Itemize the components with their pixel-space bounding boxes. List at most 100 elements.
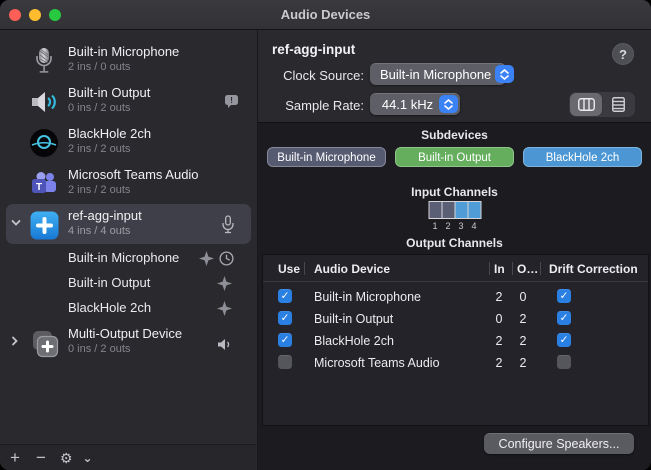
input-mic-status-icon bbox=[221, 215, 235, 234]
output-channels-title: Output Channels bbox=[258, 236, 651, 250]
alert-bubble-icon: ! bbox=[224, 94, 239, 109]
column-separator bbox=[512, 262, 513, 275]
table-header: Use Audio Device In O… Drift Correction bbox=[263, 255, 648, 282]
chevron-down-icon[interactable] bbox=[11, 219, 19, 227]
remove-device-button[interactable]: − bbox=[36, 449, 46, 466]
channel-cell-2 bbox=[442, 202, 454, 218]
use-checkbox[interactable] bbox=[278, 355, 292, 369]
rows-view-button[interactable] bbox=[602, 93, 634, 116]
clock-source-icon bbox=[219, 251, 234, 266]
col-out[interactable]: O… bbox=[517, 262, 538, 276]
subdevice-row-blackhole-2ch[interactable]: BlackHole 2ch bbox=[0, 296, 257, 321]
channel-cell-4 bbox=[468, 202, 480, 218]
use-checkbox[interactable] bbox=[278, 333, 292, 347]
channel-number: 1 bbox=[429, 221, 441, 231]
col-drift-correction[interactable]: Drift Correction bbox=[549, 262, 638, 276]
sidebar-item-built-in-microphone[interactable]: Built-in Microphone 2 ins / 0 outs bbox=[0, 40, 257, 81]
svg-text:!: ! bbox=[230, 95, 233, 105]
subdevice-pills: Built-in Microphone Built-in Output Blac… bbox=[258, 147, 651, 167]
col-audio-device[interactable]: Audio Device bbox=[314, 262, 390, 276]
drift-checkbox[interactable] bbox=[557, 333, 571, 347]
dropdown-chevrons-icon bbox=[439, 95, 458, 113]
column-separator bbox=[304, 262, 305, 275]
chevron-down-icon[interactable]: ⌄ bbox=[82, 452, 92, 464]
row-out: 2 bbox=[515, 334, 531, 348]
device-detail-panel: ref-agg-input ? Clock Source: Built-in M… bbox=[258, 30, 651, 470]
subdevice-pill-built-in-microphone[interactable]: Built-in Microphone bbox=[267, 147, 386, 167]
multi-output-icon bbox=[28, 327, 60, 359]
gear-menu-button[interactable]: ⚙ bbox=[60, 451, 73, 465]
signal-spark-icon bbox=[217, 301, 232, 316]
signal-spark-icon bbox=[217, 276, 232, 291]
subdevice-row-built-in-microphone[interactable]: Built-in Microphone bbox=[0, 246, 257, 271]
output-speaker-status-icon bbox=[217, 338, 233, 351]
use-checkbox[interactable] bbox=[278, 311, 292, 325]
clock-source-dropdown[interactable]: Built-in Microphone bbox=[370, 63, 506, 85]
column-separator bbox=[489, 262, 490, 275]
row-device: BlackHole 2ch bbox=[314, 334, 394, 348]
clock-source-value: Built-in Microphone bbox=[380, 67, 495, 82]
sidebar-item-blackhole-2ch[interactable]: BlackHole 2ch 2 ins / 2 outs bbox=[0, 122, 257, 163]
add-device-button[interactable]: + bbox=[10, 449, 20, 466]
detail-header: ref-agg-input ? Clock Source: Built-in M… bbox=[258, 30, 651, 122]
subdevice-name: BlackHole 2ch bbox=[68, 300, 151, 315]
subdevice-pill-built-in-output[interactable]: Built-in Output bbox=[395, 147, 514, 167]
sample-rate-dropdown[interactable]: 44.1 kHz bbox=[370, 93, 460, 115]
channel-cell-3 bbox=[455, 202, 467, 218]
sidebar-item-microsoft-teams-audio[interactable]: T Microsoft Teams Audio 2 ins / 2 outs bbox=[0, 163, 257, 204]
title-bar: Audio Devices bbox=[0, 0, 651, 30]
device-io: 4 ins / 4 outs bbox=[68, 225, 130, 237]
row-device: Built-in Output bbox=[314, 312, 393, 326]
subdevices-title: Subdevices bbox=[258, 128, 651, 142]
speaker-icon bbox=[28, 86, 60, 118]
col-in[interactable]: In bbox=[494, 262, 505, 276]
sidebar-item-multi-output-device[interactable]: Multi-Output Device 0 ins / 2 outs bbox=[0, 322, 257, 363]
table-row[interactable]: BlackHole 2ch 2 2 bbox=[263, 330, 648, 352]
use-checkbox[interactable] bbox=[278, 289, 292, 303]
view-mode-segmented-control bbox=[569, 92, 635, 117]
device-io: 2 ins / 2 outs bbox=[68, 143, 130, 155]
page-title: ref-agg-input bbox=[272, 42, 355, 57]
column-separator bbox=[540, 262, 541, 275]
svg-text:T: T bbox=[36, 182, 42, 193]
channel-cell-1 bbox=[429, 202, 441, 218]
drift-checkbox[interactable] bbox=[557, 289, 571, 303]
row-out: 2 bbox=[515, 312, 531, 326]
table-row[interactable]: Built-in Microphone 2 0 bbox=[263, 286, 648, 308]
device-name: BlackHole 2ch bbox=[68, 126, 151, 141]
channel-numbers: 1 2 3 4 bbox=[428, 221, 481, 231]
signal-spark-icon bbox=[199, 251, 214, 266]
drift-checkbox[interactable] bbox=[557, 311, 571, 325]
col-use[interactable]: Use bbox=[278, 262, 300, 276]
row-out: 2 bbox=[515, 356, 531, 370]
blackhole-icon bbox=[28, 127, 60, 159]
aggregate-device-icon bbox=[28, 209, 60, 241]
table-row[interactable]: Microsoft Teams Audio 2 2 bbox=[263, 352, 648, 374]
subdevice-row-built-in-output[interactable]: Built-in Output bbox=[0, 271, 257, 296]
row-in: 2 bbox=[491, 356, 507, 370]
audio-devices-window: Audio Devices Built-in Microphone 2 ins … bbox=[0, 0, 651, 470]
input-channels-title: Input Channels bbox=[258, 185, 651, 199]
subdevice-table: Use Audio Device In O… Drift Correction … bbox=[262, 254, 649, 426]
device-io: 0 ins / 2 outs bbox=[68, 102, 130, 114]
sidebar-item-built-in-output[interactable]: Built-in Output 0 ins / 2 outs ! bbox=[0, 81, 257, 122]
row-device: Built-in Microphone bbox=[314, 290, 421, 304]
row-device: Microsoft Teams Audio bbox=[314, 356, 440, 370]
drift-checkbox[interactable] bbox=[557, 355, 571, 369]
subdevice-pill-blackhole-2ch[interactable]: BlackHole 2ch bbox=[523, 147, 642, 167]
columns-view-button[interactable] bbox=[570, 93, 602, 116]
sidebar-item-ref-agg-input[interactable]: ref-agg-input 4 ins / 4 outs bbox=[0, 204, 257, 245]
device-io: 2 ins / 2 outs bbox=[68, 184, 130, 196]
channel-number: 3 bbox=[455, 221, 467, 231]
help-button[interactable]: ? bbox=[612, 43, 634, 65]
device-name: Built-in Microphone bbox=[68, 44, 179, 59]
table-row[interactable]: Built-in Output 0 2 bbox=[263, 308, 648, 330]
channel-number: 2 bbox=[442, 221, 454, 231]
configure-speakers-button[interactable]: Configure Speakers... bbox=[484, 433, 634, 454]
sample-rate-value: 44.1 kHz bbox=[380, 97, 439, 112]
row-in: 2 bbox=[491, 334, 507, 348]
row-in: 2 bbox=[491, 290, 507, 304]
device-io: 0 ins / 2 outs bbox=[68, 343, 130, 355]
chevron-right-icon[interactable] bbox=[11, 336, 19, 344]
window-title: Audio Devices bbox=[0, 7, 651, 22]
